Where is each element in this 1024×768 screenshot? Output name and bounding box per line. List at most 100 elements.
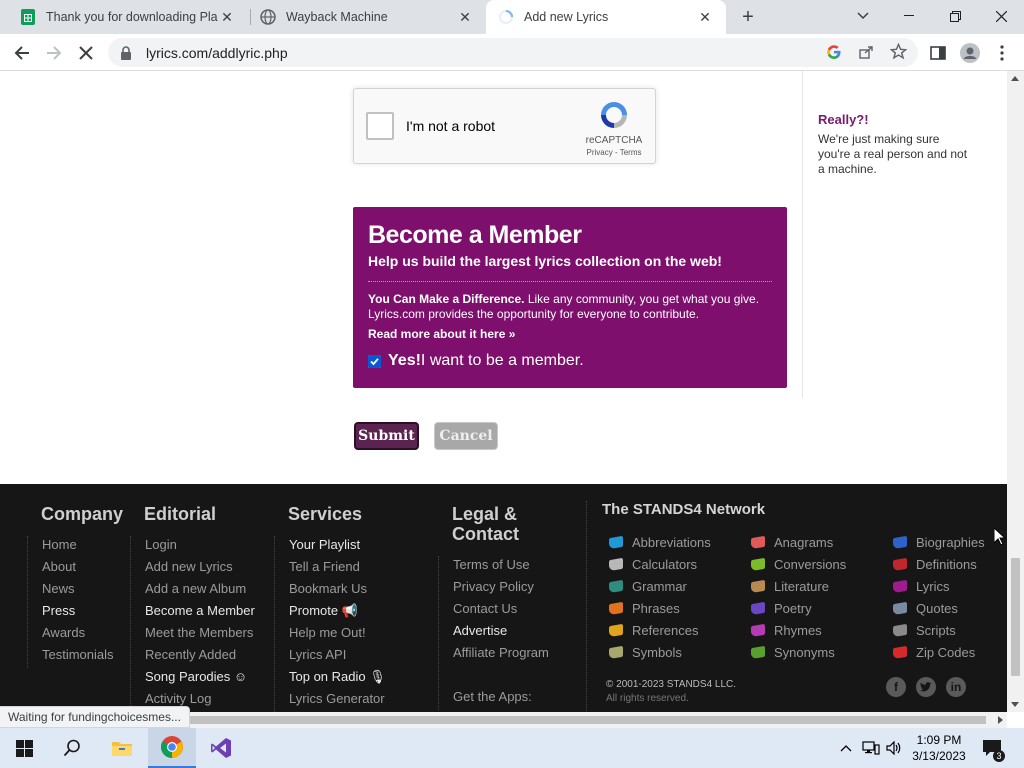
network-link-scripts[interactable]: Scripts <box>886 619 1006 641</box>
address-bar[interactable]: lyrics.com/addlyric.php <box>108 38 918 67</box>
volume-button[interactable] <box>884 728 904 768</box>
scroll-up-icon[interactable] <box>1011 76 1019 81</box>
footer-link[interactable]: Awards <box>42 624 123 646</box>
footer-link[interactable]: Affiliate Program <box>453 644 562 666</box>
network-link-synonyms[interactable]: Synonyms <box>744 641 886 663</box>
taskbar-clock[interactable]: 1:09 PM 3/13/2023 <box>906 732 972 764</box>
network-link-definitions[interactable]: Definitions <box>886 553 1006 575</box>
recaptcha-checkbox[interactable] <box>366 112 394 140</box>
network-link-anagrams[interactable]: Anagrams <box>744 531 886 553</box>
minimize-button[interactable] <box>886 0 932 32</box>
lock-icon[interactable] <box>120 45 136 60</box>
close-icon[interactable]: ✕ <box>218 9 236 26</box>
footer-link[interactable]: Recently Added <box>145 646 255 668</box>
page-horizontal-scrollbar[interactable] <box>186 712 1007 728</box>
visual-studio-button[interactable] <box>197 728 245 768</box>
restore-button[interactable] <box>932 0 978 32</box>
side-panel-button[interactable] <box>926 41 950 65</box>
footer-link[interactable]: Advertise <box>453 622 562 644</box>
url-text[interactable]: lyrics.com/addlyric.php <box>146 45 288 61</box>
close-window-button[interactable] <box>978 0 1024 32</box>
network-link-grammar[interactable]: Grammar <box>602 575 744 597</box>
share-icon[interactable] <box>858 44 874 65</box>
scroll-right-icon[interactable] <box>998 716 1003 724</box>
tab-plant-download[interactable]: Thank you for downloading Plant ✕ <box>8 0 248 34</box>
browser-menu-button[interactable] <box>990 41 1014 65</box>
network-link-literature[interactable]: Literature <box>744 575 886 597</box>
footer-link[interactable]: Press <box>42 602 123 624</box>
linkedin-icon[interactable]: in <box>946 677 966 697</box>
cancel-button[interactable]: Cancel <box>434 422 498 450</box>
network-link-conversions[interactable]: Conversions <box>744 553 886 575</box>
search-button[interactable] <box>48 728 96 768</box>
footer-link[interactable]: Song Parodies ☺ <box>145 668 255 690</box>
footer-link[interactable]: About <box>42 558 123 580</box>
stop-loading-button[interactable] <box>74 41 98 65</box>
show-hidden-icons-button[interactable] <box>836 728 856 768</box>
start-button[interactable] <box>0 728 48 768</box>
footer-link[interactable]: Top on Radio 🎙 <box>289 668 386 690</box>
footer-link[interactable]: Help me Out! <box>289 624 386 646</box>
bookmark-star-icon[interactable] <box>889 42 908 65</box>
recaptcha-privacy-terms-link[interactable]: Privacy - Terms <box>572 148 656 157</box>
network-link-lyrics[interactable]: Lyrics <box>886 575 1006 597</box>
network-link-label: Scripts <box>916 622 956 638</box>
footer-link[interactable]: Add new Lyrics <box>145 558 255 580</box>
footer-link[interactable]: Home <box>42 536 123 558</box>
network-link-abbreviations[interactable]: Abbreviations <box>602 531 744 553</box>
network-link-quotes[interactable]: Quotes <box>886 597 1006 619</box>
tab-wayback-machine[interactable]: Wayback Machine ✕ <box>248 0 486 34</box>
footer-link[interactable]: Add a new Album <box>145 580 255 602</box>
notification-center-button[interactable]: 3 <box>978 728 1006 768</box>
footer-link[interactable]: News <box>42 580 123 602</box>
close-icon[interactable]: ✕ <box>456 9 474 26</box>
forward-button[interactable] <box>42 41 66 65</box>
twitter-icon[interactable] <box>916 677 936 697</box>
network-link-zip-codes[interactable]: Zip Codes <box>886 641 1006 663</box>
footer-heading: Company <box>41 504 124 524</box>
scroll-down-icon[interactable] <box>1011 702 1019 707</box>
globe-icon <box>260 9 276 25</box>
footer-link[interactable]: Promote 📢 <box>289 602 386 624</box>
new-tab-button[interactable]: + <box>736 5 760 29</box>
network-link-references[interactable]: References <box>602 619 744 641</box>
network-link-symbols[interactable]: Symbols <box>602 641 744 663</box>
footer-link[interactable]: Privacy Policy <box>453 578 562 600</box>
member-checkbox[interactable] <box>368 354 381 368</box>
footer-link[interactable]: Tell a Friend <box>289 558 386 580</box>
network-link-phrases[interactable]: Phrases <box>602 597 744 619</box>
read-more-link[interactable]: Read more about it here » <box>368 327 772 341</box>
footer-link[interactable]: Login <box>145 536 255 558</box>
scrollbar-thumb[interactable] <box>186 716 986 724</box>
footer-link[interactable]: Become a Member <box>145 602 255 624</box>
network-link-poetry[interactable]: Poetry <box>744 597 886 619</box>
back-button[interactable] <box>10 41 34 65</box>
file-explorer-button[interactable] <box>98 728 146 768</box>
network-link-rhymes[interactable]: Rhymes <box>744 619 886 641</box>
google-icon[interactable] <box>826 44 842 65</box>
footer-link[interactable]: Lyrics API <box>289 646 386 668</box>
footer-link[interactable]: Meet the Members <box>145 624 255 646</box>
footer-link[interactable]: Terms of Use <box>453 556 562 578</box>
page-vertical-scrollbar[interactable] <box>1007 71 1024 712</box>
tab-add-new-lyrics[interactable]: Add new Lyrics ✕ <box>486 0 726 34</box>
network-link-calculators[interactable]: Calculators <box>602 553 744 575</box>
tab-search-button[interactable] <box>840 0 886 32</box>
submit-button[interactable]: Submit <box>354 422 419 450</box>
footer-link[interactable]: Testimonials <box>42 646 123 668</box>
facebook-icon[interactable]: f <box>886 677 906 697</box>
profile-button[interactable] <box>958 41 982 65</box>
network-site-icon <box>751 645 765 659</box>
chrome-icon <box>161 736 183 758</box>
network-link-biographies[interactable]: Biographies <box>886 531 1006 553</box>
network-site-icon <box>609 645 623 659</box>
footer-link[interactable]: Contact Us <box>453 600 562 622</box>
site-footer: Company Home About News Press Awards Tes… <box>0 484 1007 712</box>
network-status-button[interactable] <box>860 728 882 768</box>
scrollbar-thumb[interactable] <box>1011 558 1020 676</box>
close-icon[interactable]: ✕ <box>696 9 714 26</box>
footer-link[interactable]: Lyrics Generator <box>289 690 386 712</box>
footer-link[interactable]: Bookmark Us <box>289 580 386 602</box>
chrome-taskbar-button[interactable] <box>148 728 196 768</box>
footer-link[interactable]: Your Playlist <box>289 536 386 558</box>
